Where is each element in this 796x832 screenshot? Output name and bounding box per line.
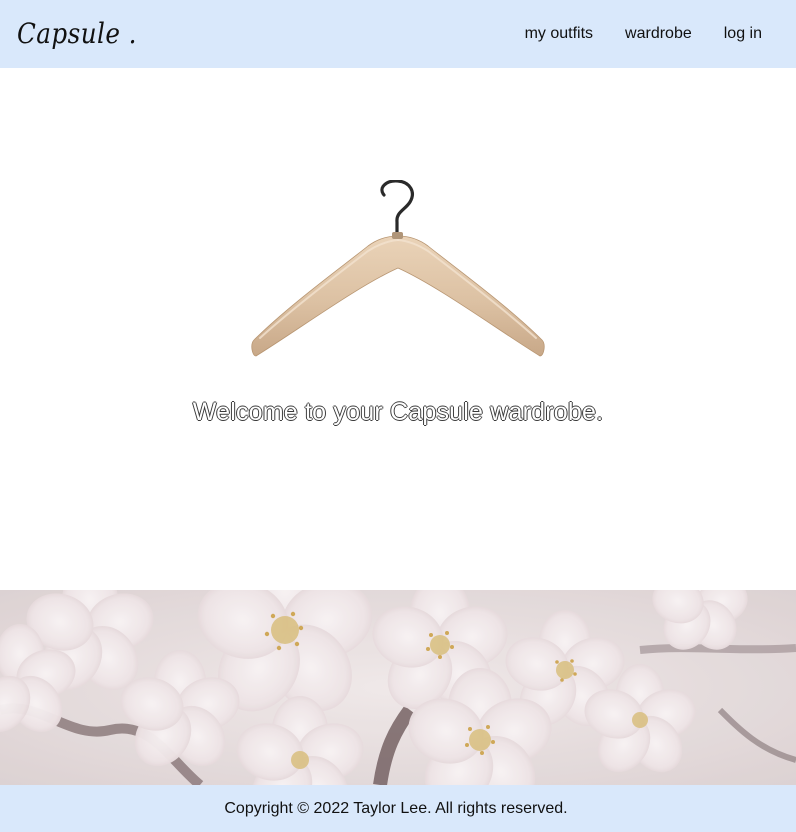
- nav-wardrobe[interactable]: wardrobe: [625, 24, 692, 44]
- page: Capsule . my outfits wardrobe log in Wel…: [0, 0, 796, 832]
- nav-log-in[interactable]: log in: [724, 24, 762, 44]
- brand-logo[interactable]: Capsule .: [17, 16, 137, 52]
- blossom-banner-image: [0, 590, 796, 785]
- copyright-text: Copyright © 2022 Taylor Lee. All rights …: [224, 799, 568, 817]
- header-bar: Capsule . my outfits wardrobe log in: [0, 0, 796, 68]
- welcome-heading: Welcome to your Capsule wardrobe.: [192, 398, 604, 426]
- footer-bar: Copyright © 2022 Taylor Lee. All rights …: [0, 785, 796, 832]
- nav-my-outfits[interactable]: my outfits: [525, 24, 593, 44]
- hanger-icon: [251, 180, 545, 357]
- main-nav: my outfits wardrobe log in: [493, 0, 796, 68]
- hero-section: Welcome to your Capsule wardrobe.: [0, 68, 796, 590]
